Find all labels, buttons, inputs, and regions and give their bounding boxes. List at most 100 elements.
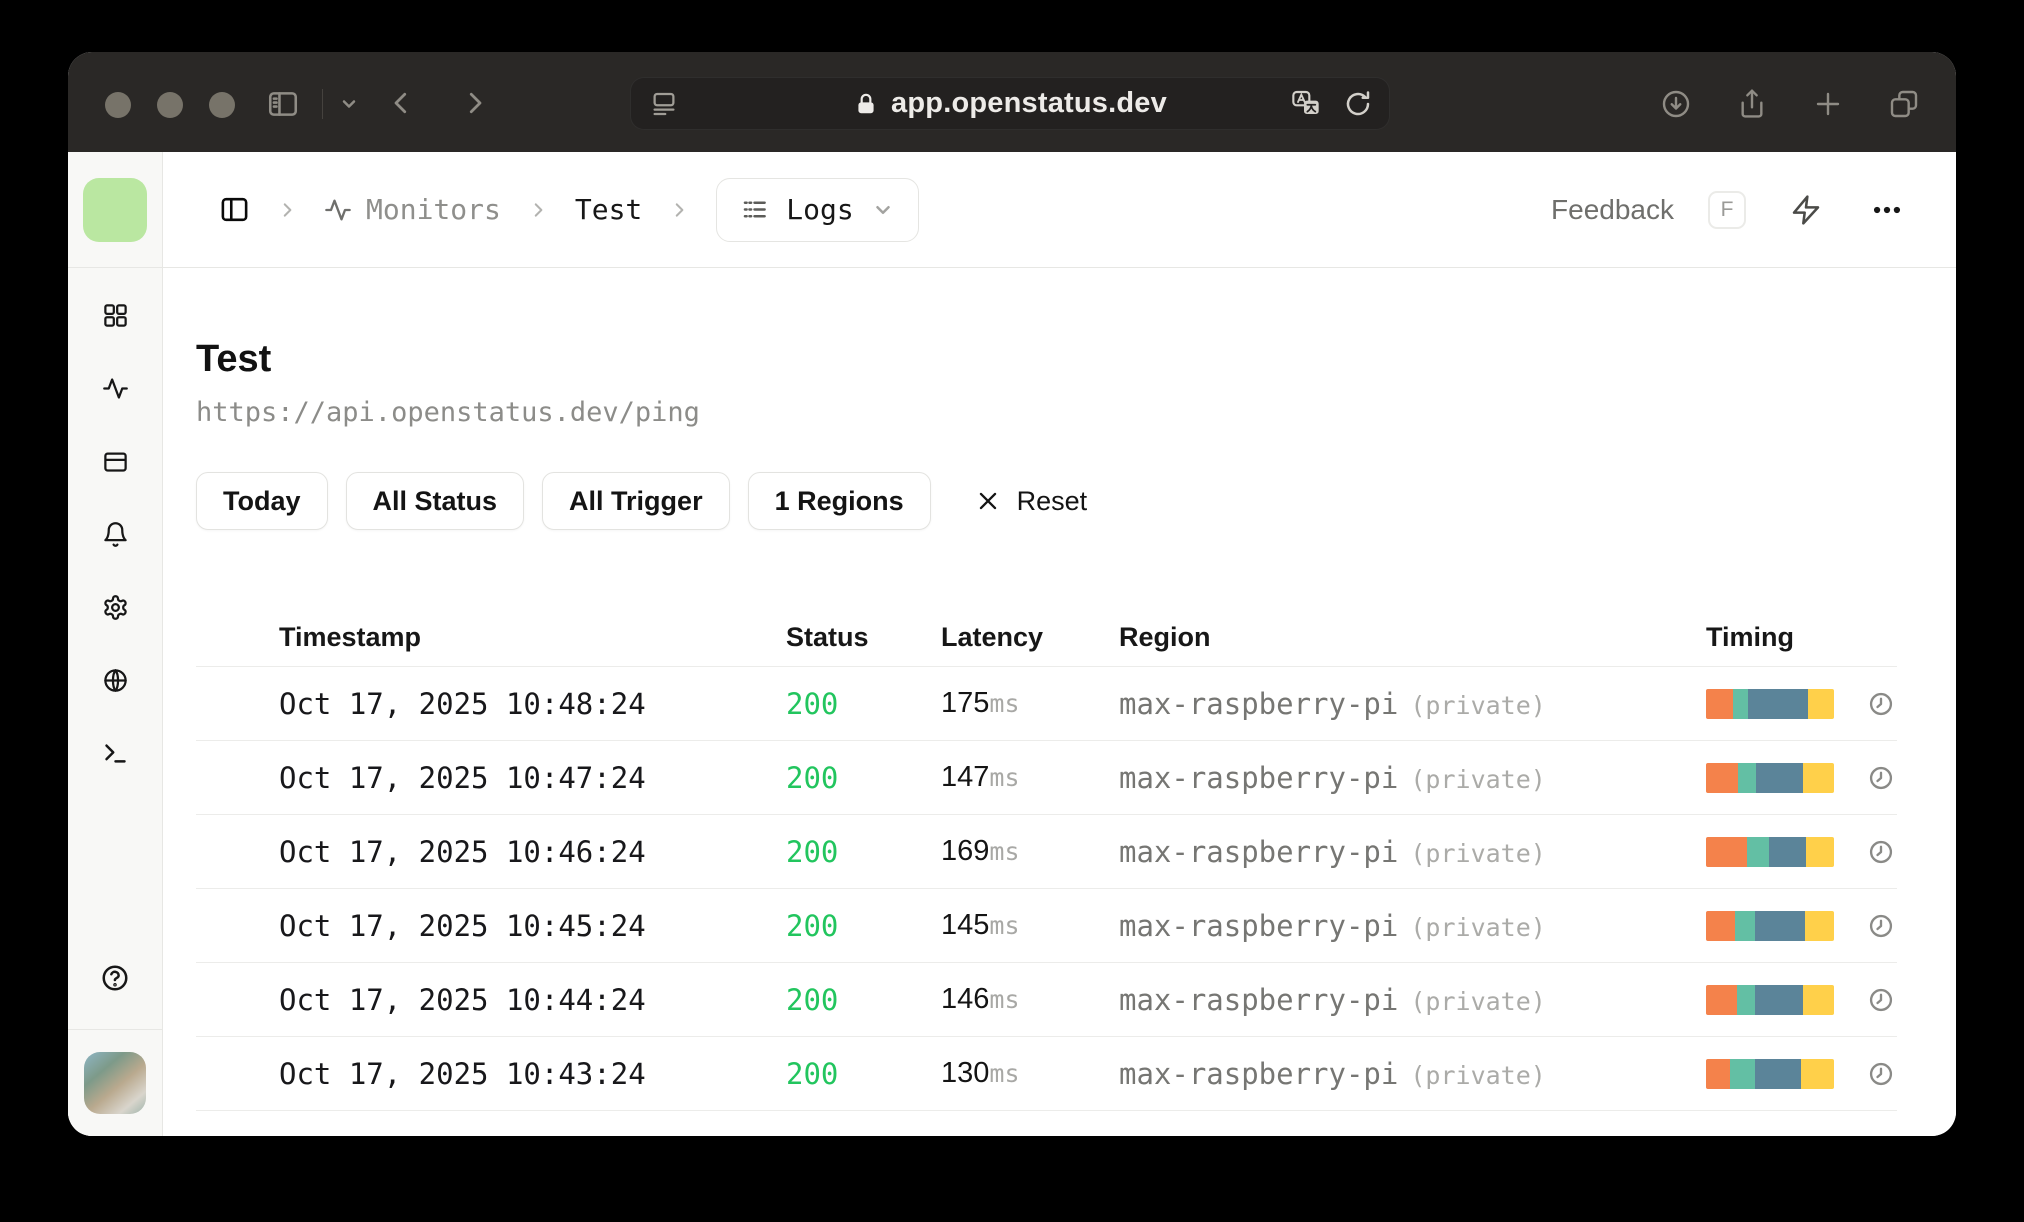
col-region: Region (1119, 621, 1211, 652)
clock-icon[interactable] (1867, 764, 1895, 792)
log-region-note: (private) (1410, 838, 1546, 868)
timing-bar (1706, 688, 1834, 719)
table-row[interactable]: Oct 17, 2025 10:48:24 200 175 ms max-ras… (196, 666, 1897, 740)
table-row[interactable]: Oct 17, 2025 10:46:24 200 169 ms max-ras… (196, 814, 1897, 888)
app-sidebar (68, 152, 163, 1136)
zoom-window-button[interactable] (209, 92, 235, 118)
log-rows: Oct 17, 2025 10:48:24 200 175 ms max-ras… (196, 666, 1897, 1111)
table-row[interactable]: Oct 17, 2025 10:45:24 200 145 ms max-ras… (196, 888, 1897, 962)
log-region-note: (private) (1410, 764, 1546, 794)
timing-bar (1706, 984, 1834, 1015)
minimize-window-button[interactable] (157, 92, 183, 118)
downloads-icon[interactable] (1660, 88, 1692, 120)
reset-filters-button[interactable]: Reset (975, 486, 1087, 517)
sidebar-divider (68, 1029, 162, 1030)
log-latency-unit: ms (989, 1059, 1020, 1088)
feedback-button[interactable]: Feedback (1551, 194, 1674, 226)
breadcrumb-monitors[interactable]: Monitors (324, 193, 501, 226)
col-status: Status (786, 621, 869, 652)
log-status-code: 200 (786, 1056, 839, 1091)
clock-icon[interactable] (1867, 1060, 1895, 1088)
table-row[interactable]: Oct 17, 2025 10:44:24 200 146 ms max-ras… (196, 962, 1897, 1036)
log-timestamp: Oct 17, 2025 10:48:24 (279, 686, 646, 721)
log-region-note: (private) (1410, 1060, 1546, 1090)
filter-date-button[interactable]: Today (196, 472, 328, 530)
forward-button[interactable] (460, 88, 490, 118)
log-latency-value: 175 (941, 687, 990, 719)
col-timing: Timing (1706, 621, 1795, 652)
url-text[interactable]: app.openstatus.dev (891, 87, 1167, 120)
log-region-note: (private) (1410, 690, 1546, 720)
log-timestamp: Oct 17, 2025 10:44:24 (279, 982, 646, 1017)
timing-bar (1706, 762, 1834, 793)
log-latency-unit: ms (989, 911, 1020, 940)
filter-trigger-button[interactable]: All Trigger (542, 472, 730, 530)
sidebar-item-settings[interactable] (102, 594, 129, 621)
log-status-code: 200 (786, 982, 839, 1017)
zap-icon[interactable] (1790, 194, 1822, 226)
reload-icon[interactable] (1343, 89, 1373, 119)
browser-window: app.openstatus.dev Monitors Test Logs Fe… (68, 52, 1956, 1136)
openstatus-app: Monitors Test Logs Feedback F Test https… (68, 152, 1956, 1136)
filter-regions-button[interactable]: 1 Regions (747, 472, 931, 530)
sidebar-menu-chevron-icon[interactable] (339, 94, 359, 114)
help-icon[interactable] (100, 963, 130, 993)
address-bar[interactable]: app.openstatus.dev (630, 77, 1390, 130)
new-tab-icon[interactable] (1812, 88, 1844, 120)
log-latency-unit: ms (989, 985, 1020, 1014)
view-select-logs[interactable]: Logs (716, 177, 919, 242)
table-row[interactable]: Oct 17, 2025 10:43:24 200 130 ms max-ras… (196, 1036, 1897, 1110)
sidebar-item-dashboard[interactable] (102, 302, 129, 329)
sidebar-item-status-pages[interactable] (102, 448, 129, 475)
logs-page: Test https://api.openstatus.dev/ping Tod… (163, 268, 1956, 1136)
panel-toggle-icon[interactable] (219, 194, 250, 225)
log-latency-unit: ms (989, 763, 1020, 792)
feedback-shortcut-badge: F (1708, 190, 1746, 229)
sidebar-item-notifications[interactable] (102, 521, 129, 548)
share-icon[interactable] (1736, 88, 1768, 120)
table-row[interactable]: Oct 17, 2025 10:47:24 200 147 ms max-ras… (196, 740, 1897, 814)
clock-icon[interactable] (1867, 690, 1895, 718)
logs-table: Timestamp Status Latency Region Timing O… (196, 608, 1897, 1111)
log-status-code: 200 (786, 908, 839, 943)
clock-icon[interactable] (1867, 838, 1895, 866)
toolbar-divider (322, 89, 323, 119)
sidebar-item-monitors[interactable] (102, 375, 129, 402)
log-latency-value: 147 (941, 761, 990, 793)
user-avatar[interactable] (84, 1052, 146, 1114)
log-latency-value: 130 (941, 1057, 990, 1089)
chevron-right-icon (529, 201, 547, 219)
clock-icon[interactable] (1867, 912, 1895, 940)
log-status-code: 200 (786, 760, 839, 795)
filter-bar: Today All Status All Trigger 1 Regions R… (196, 472, 1897, 530)
log-region: max-raspberry-pi (1119, 686, 1399, 721)
col-latency: Latency (941, 621, 1044, 652)
breadcrumb: Monitors Test Logs (219, 177, 919, 242)
back-button[interactable] (386, 88, 416, 118)
breadcrumb-monitor-name[interactable]: Test (575, 193, 642, 226)
log-region: max-raspberry-pi (1119, 834, 1399, 869)
log-region: max-raspberry-pi (1119, 1056, 1399, 1091)
sidebar-item-cli[interactable] (102, 740, 129, 767)
log-latency-value: 145 (941, 909, 990, 941)
log-latency-value: 169 (941, 835, 990, 867)
chevron-right-icon (670, 201, 688, 219)
filter-status-button[interactable]: All Status (345, 472, 525, 530)
workspace-logo[interactable] (83, 177, 147, 242)
chevron-right-icon (278, 201, 296, 219)
close-window-button[interactable] (105, 92, 131, 118)
translate-icon[interactable] (1289, 88, 1323, 120)
tab-overview-icon[interactable] (1888, 88, 1920, 120)
browser-sidebar-toggle-icon[interactable] (266, 87, 300, 121)
timing-bar (1706, 836, 1834, 867)
clock-icon[interactable] (1867, 986, 1895, 1014)
lock-icon (853, 91, 879, 117)
log-status-code: 200 (786, 686, 839, 721)
log-region-note: (private) (1410, 912, 1546, 942)
timing-bar (1706, 1058, 1834, 1089)
sidebar-item-regions[interactable] (102, 667, 129, 694)
log-region: max-raspberry-pi (1119, 908, 1399, 943)
log-latency-value: 146 (941, 983, 990, 1015)
view-select-label: Logs (786, 193, 854, 226)
more-options-icon[interactable] (1870, 193, 1904, 227)
